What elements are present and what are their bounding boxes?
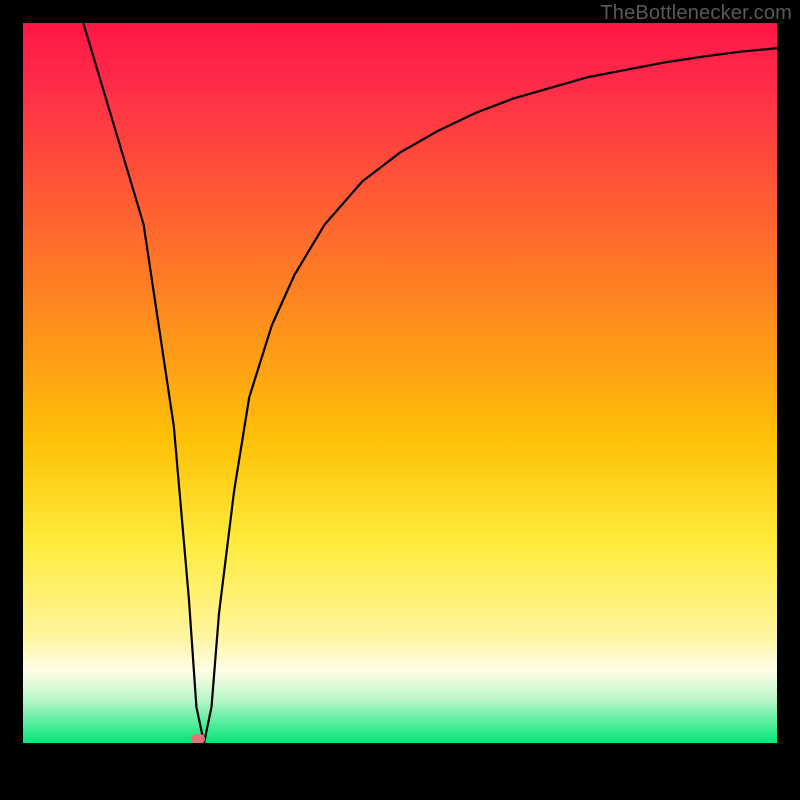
- x-axis-strip: [23, 743, 777, 777]
- bottleneck-curve: [23, 23, 777, 743]
- chart-frame: [23, 23, 777, 777]
- attribution-text: TheBottlenecker.com: [600, 2, 792, 25]
